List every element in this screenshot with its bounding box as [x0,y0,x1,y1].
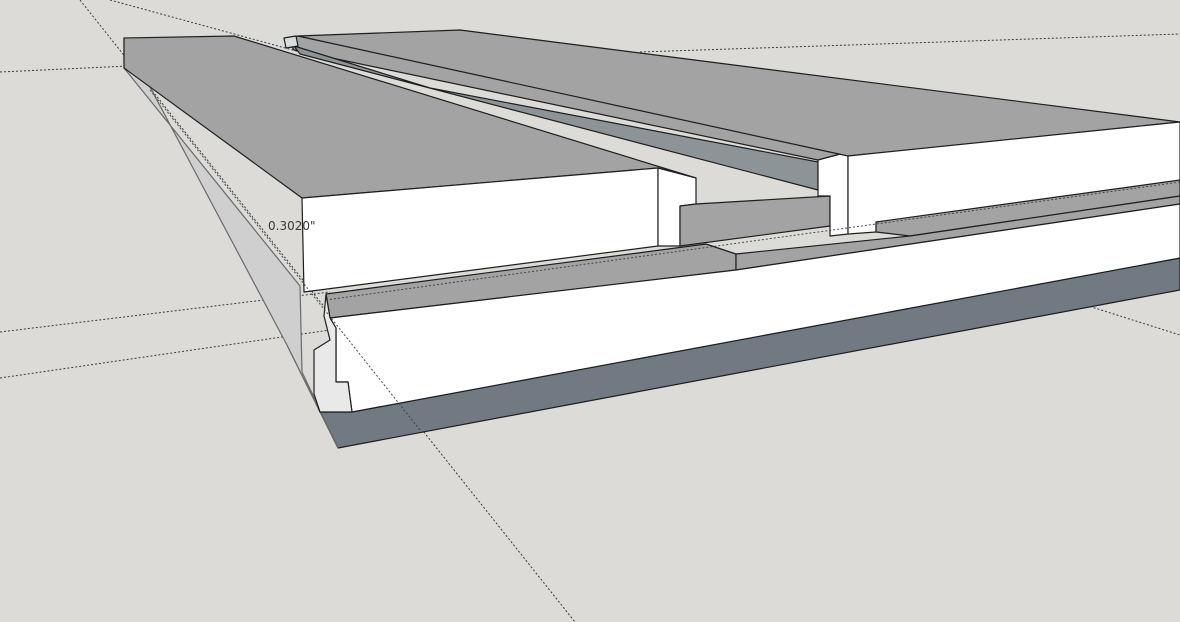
center-rail-end-face [283,35,299,49]
model[interactable] [123,29,1180,449]
groove-floor-face [679,195,831,247]
modeling-viewport[interactable]: 0.3020" [0,0,1180,622]
guide-line-right-top [639,33,1180,53]
measurement-label: 0.3020" [268,219,316,233]
guide-line-lower-left-2 [0,329,331,379]
model-scene[interactable] [0,0,1180,622]
guide-line-left-horizontal [0,65,129,73]
